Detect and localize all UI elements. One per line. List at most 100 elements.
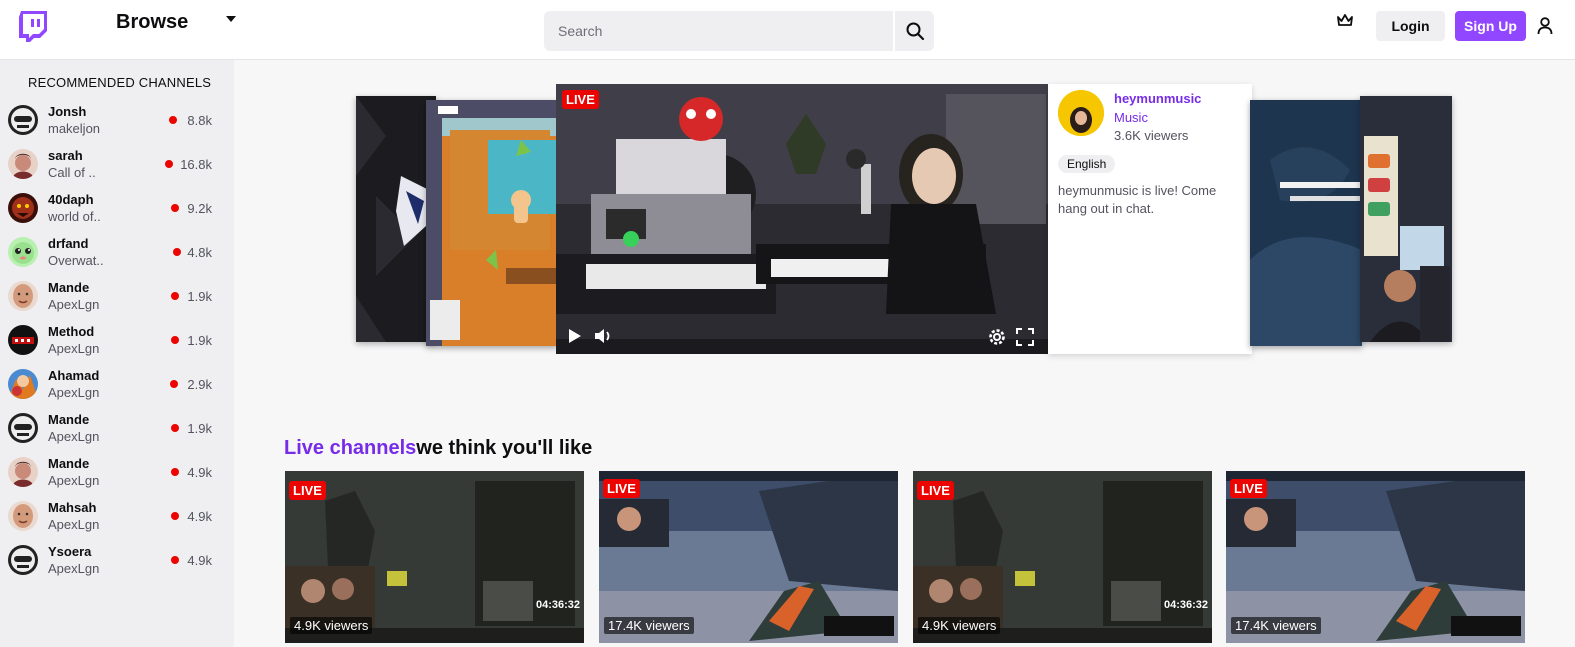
channel-game: ApexLgn — [48, 561, 100, 576]
live-badge: LIVE — [562, 90, 599, 109]
sidebar-channel-item[interactable]: Mande ApexLgn 1.9k — [0, 409, 234, 453]
live-dot-icon — [171, 512, 179, 520]
avatar — [8, 149, 38, 179]
avatar — [8, 193, 38, 223]
section-title: Live channelswe think you'll like — [284, 437, 592, 460]
channel-name-link[interactable]: heymunmusic — [1114, 91, 1201, 106]
live-dot-icon — [165, 160, 173, 168]
channel-game: ApexLgn — [48, 297, 100, 312]
viewer-count: 3.6K viewers — [1114, 128, 1189, 143]
sidebar-channel-item[interactable]: Ysoera ApexLgn 4.9k — [0, 541, 234, 585]
carousel-side-stream[interactable] — [356, 96, 436, 342]
viewer-count: 4.9k — [187, 509, 212, 524]
avatar — [8, 457, 38, 487]
avatar — [8, 369, 38, 399]
avatar — [8, 413, 38, 443]
avatar — [8, 281, 38, 311]
stream-description: heymunmusic is live! Come hang out in ch… — [1058, 183, 1217, 216]
live-dot-icon — [173, 248, 181, 256]
channel-game: makeljon — [48, 121, 101, 136]
crown-icon[interactable] — [1336, 13, 1354, 34]
channel-name: Jonsh — [48, 104, 87, 119]
viewer-count: 4.9K viewers — [290, 617, 373, 634]
channel-name: Mande — [48, 456, 90, 471]
channel-name: sarah — [48, 148, 83, 163]
sidebar-channel-item[interactable]: Ahamad ApexLgn 2.9k — [0, 365, 234, 409]
carousel-side-stream[interactable] — [1250, 100, 1362, 346]
live-dot-icon — [169, 116, 177, 124]
avatar — [8, 105, 38, 135]
twitch-logo-icon[interactable] — [16, 9, 50, 43]
channel-name: Mande — [48, 412, 90, 427]
sidebar-channel-item[interactable]: sarah Call of .. 16.8k — [0, 145, 234, 189]
live-badge: LIVE — [917, 481, 954, 500]
viewer-count: 8.8k — [187, 113, 212, 128]
chevron-down-icon[interactable] — [226, 16, 236, 22]
viewer-count: 9.2k — [187, 201, 212, 216]
viewer-count: 2.9k — [187, 377, 212, 392]
channel-game: ApexLgn — [48, 429, 100, 444]
search-bar — [544, 11, 934, 51]
avatar[interactable] — [1058, 90, 1104, 136]
viewer-count: 4.9k — [187, 553, 212, 568]
live-dot-icon — [171, 336, 179, 344]
sidebar-channel-item[interactable]: Mahsah ApexLgn 4.9k — [0, 497, 234, 541]
top-nav-bar: Browse Login Sign Up — [0, 0, 1575, 60]
sidebar-channel-item[interactable]: 40daph world of.. 9.2k — [0, 189, 234, 233]
signup-button[interactable]: Sign Up — [1455, 11, 1526, 41]
live-badge: LIVE — [603, 479, 640, 498]
channel-game: world of.. — [48, 209, 101, 224]
viewer-count: 4.9k — [187, 465, 212, 480]
carousel-side-stream[interactable] — [426, 100, 558, 346]
settings-gear-icon[interactable] — [988, 328, 1006, 351]
channel-game: ApexLgn — [48, 473, 100, 488]
section-title-link[interactable]: Live channels — [284, 437, 416, 459]
stream-card[interactable]: LIVE 17.4K viewers — [1226, 471, 1525, 643]
browse-menu[interactable]: Browse — [116, 11, 188, 34]
viewer-count: 1.9k — [187, 289, 212, 304]
stream-card[interactable]: LIVE 17.4K viewers — [599, 471, 898, 643]
live-dot-icon — [170, 380, 178, 388]
channel-name: Mahsah — [48, 500, 97, 515]
viewer-count: 1.9k — [187, 333, 212, 348]
fullscreen-icon[interactable] — [1016, 328, 1034, 351]
avatar — [8, 501, 38, 531]
sidebar-title: RECOMMENDED CHANNELS — [28, 75, 212, 90]
channel-game: Call of .. — [48, 165, 96, 180]
search-button[interactable] — [893, 11, 934, 51]
avatar — [8, 325, 38, 355]
channel-name: Ysoera — [48, 544, 92, 559]
stream-card[interactable]: LIVE 04:36:32 4.9K viewers — [913, 471, 1212, 643]
avatar — [8, 237, 38, 267]
user-icon[interactable] — [1537, 17, 1553, 40]
live-dot-icon — [171, 468, 179, 476]
sidebar-channel-item[interactable]: drfand Overwat.. 4.8k — [0, 233, 234, 277]
avatar — [8, 545, 38, 575]
language-tag[interactable]: English — [1058, 155, 1116, 173]
featured-stream-info: heymunmusic Music 3.6K viewers English h… — [1048, 84, 1252, 354]
game-link[interactable]: Music — [1114, 110, 1148, 125]
search-input[interactable] — [544, 11, 892, 51]
viewer-count: 4.9K viewers — [918, 617, 1001, 634]
sidebar-channel-item[interactable]: Mande ApexLgn 1.9k — [0, 277, 234, 321]
login-button[interactable]: Login — [1376, 11, 1445, 41]
live-dot-icon — [171, 204, 179, 212]
channel-game: ApexLgn — [48, 341, 100, 356]
viewer-count: 16.8k — [180, 157, 212, 172]
sidebar-channel-item[interactable]: Jonsh makeljon 8.8k — [0, 101, 234, 145]
play-icon[interactable] — [568, 328, 582, 349]
carousel-side-stream[interactable] — [1360, 96, 1452, 342]
stream-uptime: 04:36:32 — [1163, 599, 1208, 611]
channel-game: ApexLgn — [48, 517, 100, 532]
stream-card[interactable]: LIVE 04:36:32 4.9K viewers — [285, 471, 584, 643]
channel-name: 40daph — [48, 192, 94, 207]
sidebar-channel-item[interactable]: Mande ApexLgn 4.9k — [0, 453, 234, 497]
featured-stream-player[interactable]: LIVE — [556, 84, 1048, 354]
viewer-count: 4.8k — [187, 245, 212, 260]
channel-game: ApexLgn — [48, 385, 100, 400]
stream-uptime: 04:36:32 — [535, 599, 580, 611]
recommended-channels-sidebar: RECOMMENDED CHANNELS Jonsh makeljon 8.8k… — [0, 60, 234, 647]
volume-icon[interactable] — [594, 328, 612, 349]
channel-game: Overwat.. — [48, 253, 104, 268]
sidebar-channel-item[interactable]: Method ApexLgn 1.9k — [0, 321, 234, 365]
